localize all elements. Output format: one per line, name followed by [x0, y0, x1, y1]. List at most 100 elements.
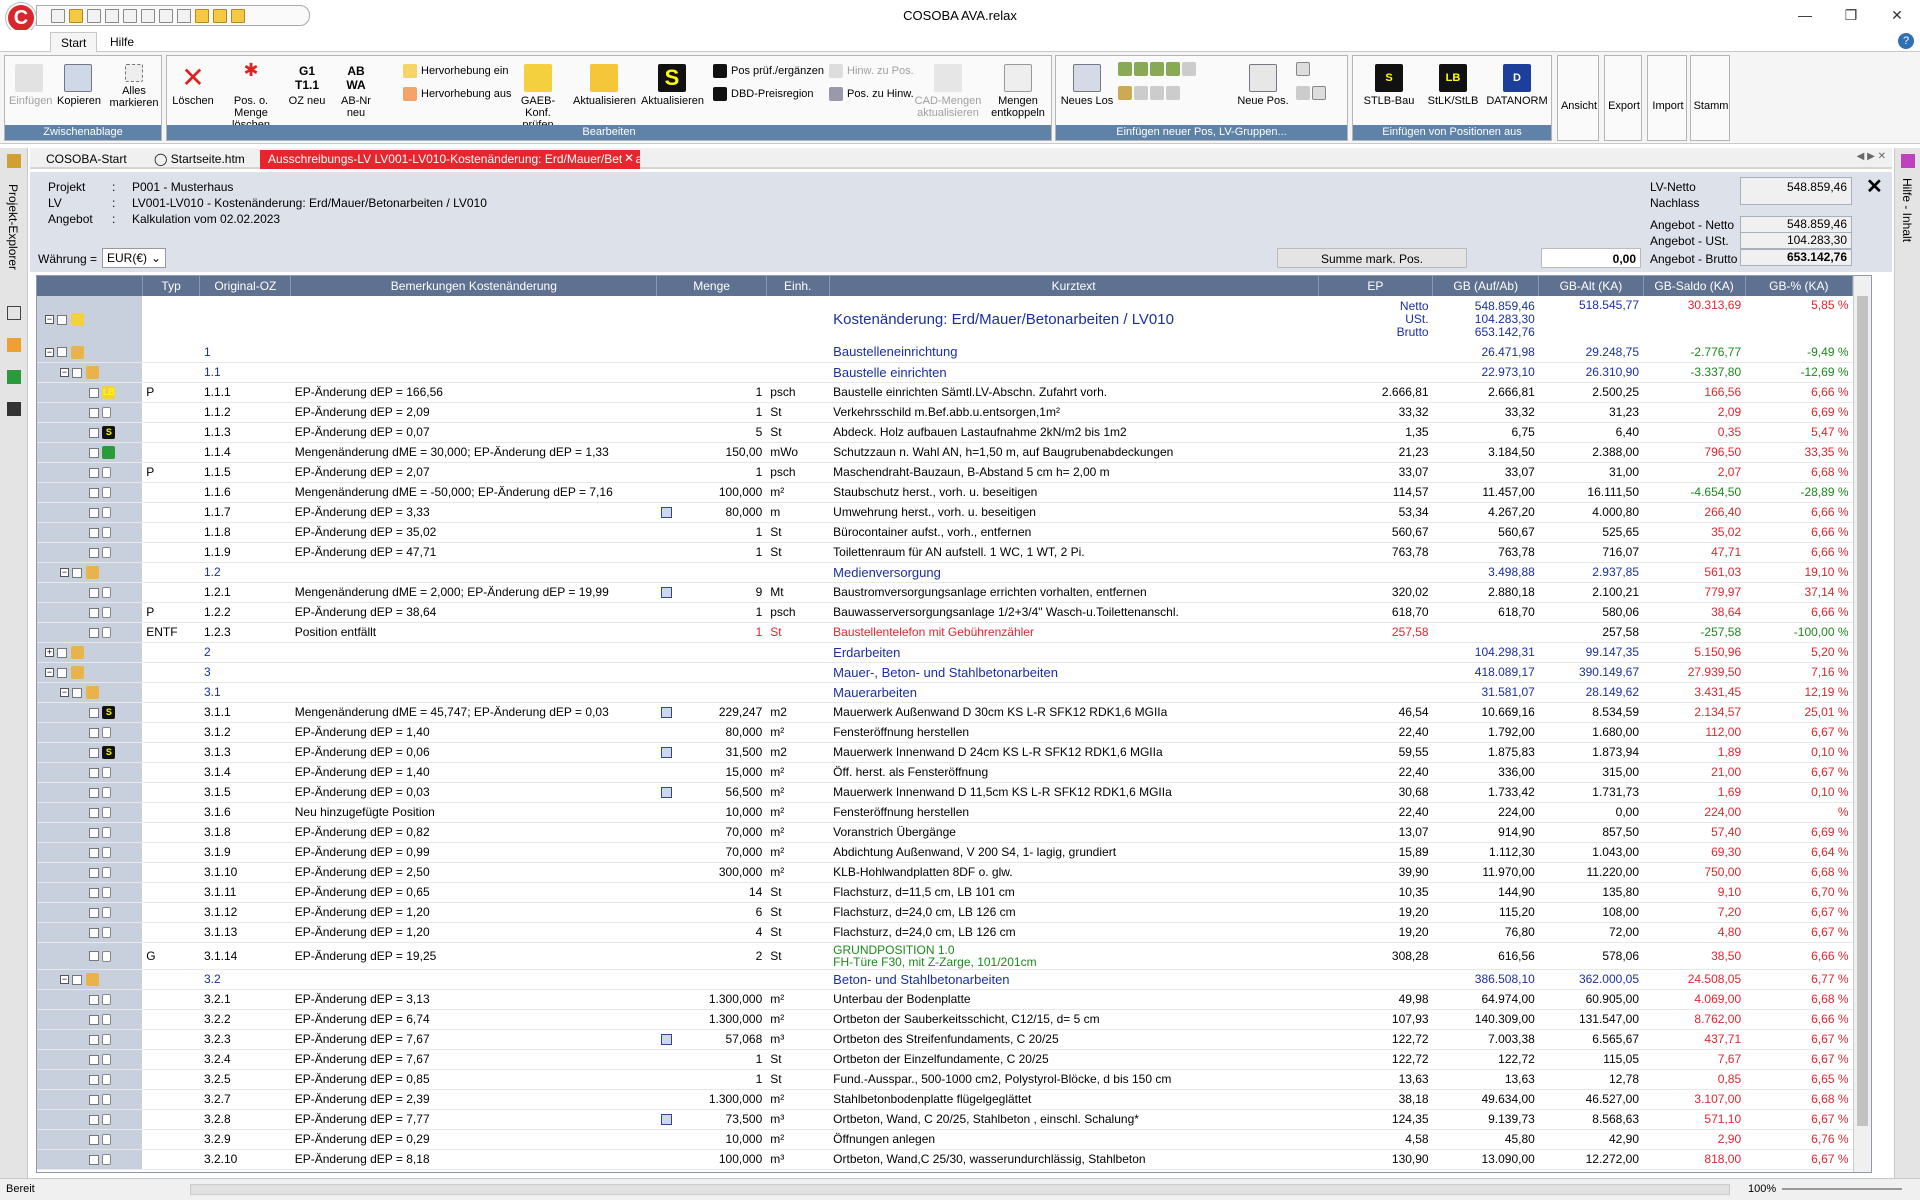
- table-row[interactable]: S 3.1.3 EP-Änderung dEP = 0,06 31,500 m2 Maue…: [37, 742, 1853, 763]
- horizontal-scrollbar[interactable]: [190, 1184, 1730, 1195]
- help-book-icon[interactable]: [1901, 154, 1915, 168]
- zoom-slider[interactable]: [1782, 1188, 1902, 1190]
- row-checkbox[interactable]: [89, 587, 99, 598]
- stlk-button[interactable]: LB StLK/StLB: [1423, 64, 1483, 107]
- table-row[interactable]: 3.1.10 EP-Änderung dEP = 2,50 300,000 m² KLB…: [37, 862, 1853, 883]
- restore-button[interactable]: ❐: [1828, 0, 1874, 30]
- copy-button[interactable]: Kopieren: [57, 64, 101, 107]
- table-row[interactable]: 1.1.2 EP-Änderung dEP = 2,09 1 St Verkehrssc…: [37, 402, 1853, 423]
- row-checkbox[interactable]: [89, 467, 99, 478]
- row-checkbox[interactable]: [57, 647, 68, 658]
- table-row[interactable]: 1.1.8 EP-Änderung dEP = 35,02 1 St Büroconta…: [37, 522, 1853, 543]
- calculator-icon[interactable]: [660, 746, 672, 758]
- calculator-icon[interactable]: [660, 1033, 672, 1045]
- row-checkbox[interactable]: [89, 747, 99, 758]
- table-row[interactable]: 3.1.11 EP-Änderung dEP = 0,65 14 St Flachstu…: [37, 882, 1853, 903]
- row-checkbox[interactable]: [89, 547, 99, 558]
- row-checkbox[interactable]: [57, 347, 68, 358]
- col-alt[interactable]: GB-Alt (KA): [1538, 276, 1644, 296]
- calculator-icon[interactable]: [660, 706, 672, 718]
- row-checkbox[interactable]: [89, 727, 99, 738]
- table-row[interactable]: 3.1.8 EP-Änderung dEP = 0,82 70,000 m² Voran…: [37, 822, 1853, 843]
- table-row[interactable]: − 1.2 Medienversorgung 3.498,88 2.937,85 561…: [37, 562, 1853, 583]
- calculator-icon[interactable]: [660, 506, 672, 518]
- col-einh[interactable]: Einh.: [766, 276, 830, 296]
- table-row[interactable]: 3.2.5 EP-Änderung dEP = 0,85 1 St Fund.-Auss…: [37, 1069, 1853, 1090]
- tab-hilfe[interactable]: Hilfe: [100, 32, 144, 52]
- table-row[interactable]: S 1.1.3 EP-Änderung dEP = 0,07 5 St Abdeck. H…: [37, 422, 1853, 443]
- table-row[interactable]: 3.2.2 EP-Änderung dEP = 6,74 1.300,000 m² Or…: [37, 1009, 1853, 1030]
- row-checkbox[interactable]: [89, 407, 99, 418]
- table-row[interactable]: 3.1.2 EP-Änderung dEP = 1,40 80,000 m² Fenst…: [37, 722, 1853, 743]
- tab-nav-arrows-icon[interactable]: ◀ ▶ ✕: [1857, 151, 1886, 162]
- master-button[interactable]: Stamm: [1690, 55, 1730, 141]
- table-row[interactable]: 3.1.4 EP-Änderung dEP = 1,40 15,000 m² Öff. …: [37, 762, 1853, 783]
- doc-tab-lv[interactable]: Ausschreibungs-LV LV001-LV010-Kostenände…: [260, 150, 640, 169]
- table-row[interactable]: 1.1.7 EP-Änderung dEP = 3,33 80,000 m Umwehr…: [37, 502, 1853, 523]
- new-lot-button[interactable]: Neues Los: [1060, 64, 1114, 107]
- view-button[interactable]: Ansicht: [1557, 55, 1599, 141]
- doc-tab-start[interactable]: COSOBA-Start: [38, 150, 135, 169]
- row-checkbox[interactable]: [72, 974, 83, 985]
- new-pos-button[interactable]: Neue Pos.: [1236, 64, 1290, 107]
- help-icon[interactable]: ?: [1898, 33, 1914, 49]
- row-checkbox[interactable]: [89, 847, 99, 858]
- table-row[interactable]: − 1.1 Baustelle einrichten 22.973,10 26.310…: [37, 362, 1853, 383]
- table-row[interactable]: − 3 Mauer-, Beton- und Stahlbetonarbeiten…: [37, 662, 1853, 683]
- warning-icon[interactable]: [7, 338, 21, 352]
- update-button-2[interactable]: S Aktualisieren: [641, 64, 704, 107]
- row-checkbox[interactable]: [89, 767, 99, 778]
- table-row[interactable]: 1.2.1 Mengenänderung dME = 2,000; EP-Ände…: [37, 582, 1853, 603]
- row-checkbox[interactable]: [89, 427, 99, 438]
- gaeb-check-button[interactable]: GAEB-Konf. prüfen: [509, 64, 567, 131]
- col-kurz[interactable]: Kurztext: [829, 276, 1319, 296]
- calculator-icon[interactable]: [660, 1113, 672, 1125]
- row-checkbox[interactable]: [89, 887, 99, 898]
- minimize-button[interactable]: —: [1782, 0, 1828, 30]
- datanorm-button[interactable]: D DATANORM: [1485, 64, 1549, 107]
- small-insert-icon[interactable]: [1296, 62, 1310, 76]
- row-checkbox[interactable]: [57, 667, 68, 678]
- row-checkbox[interactable]: [72, 367, 83, 378]
- col-menge[interactable]: Menge: [656, 276, 767, 296]
- currency-select[interactable]: EUR(€) ⌄: [102, 248, 166, 268]
- table-row[interactable]: 3.2.8 EP-Änderung dEP = 7,77 73,500 m³ Ortbe…: [37, 1109, 1853, 1130]
- close-button[interactable]: ✕: [1874, 0, 1920, 30]
- collapse-icon[interactable]: −: [45, 347, 54, 357]
- highlight-on-button[interactable]: Hervorhebung ein: [403, 64, 508, 78]
- update-button-1[interactable]: Aktualisieren: [573, 64, 636, 107]
- vertical-scrollbar[interactable]: [1853, 276, 1871, 1172]
- row-checkbox[interactable]: [89, 1014, 99, 1025]
- col-gb[interactable]: GB (Auf/Ab): [1432, 276, 1540, 296]
- row-checkbox[interactable]: [72, 567, 83, 578]
- col-oz[interactable]: Original-OZ: [199, 276, 292, 296]
- expand-icon[interactable]: +: [45, 648, 54, 658]
- row-checkbox[interactable]: [89, 387, 99, 398]
- table-row[interactable]: 3.2.1 EP-Änderung dEP = 3,13 1.300,000 m² Un…: [37, 989, 1853, 1010]
- table-row[interactable]: 1.1.4 Mengenänderung dME = 30,000; EP-Änd…: [37, 442, 1853, 463]
- col-typ[interactable]: Typ: [142, 276, 201, 296]
- table-row[interactable]: S 3.1.1 Mengenänderung dME = 45,747; EP-Än…: [37, 702, 1853, 723]
- row-checkbox[interactable]: [89, 487, 99, 498]
- col-bem[interactable]: Bemerkungen Kostenänderung: [290, 276, 658, 296]
- row-checkbox[interactable]: [72, 687, 83, 698]
- stlb-bau-button[interactable]: S STLB-Bau: [1357, 64, 1421, 107]
- delete-pos-no-qty-button[interactable]: ✱Pos. o. Menge löschen: [219, 61, 283, 131]
- collapse-icon[interactable]: −: [45, 668, 54, 678]
- table-row[interactable]: 3.2.3 EP-Änderung dEP = 7,67 57,068 m³ Ortbe…: [37, 1029, 1853, 1050]
- close-tab-icon[interactable]: ✕: [622, 151, 636, 165]
- row-checkbox[interactable]: [89, 787, 99, 798]
- table-row[interactable]: 3.2.4 EP-Änderung dEP = 7,67 1 St Ortbeton d…: [37, 1049, 1853, 1070]
- row-checkbox[interactable]: [89, 1074, 99, 1085]
- small-insert-icons[interactable]: [1296, 86, 1326, 100]
- project-explorer-tab[interactable]: Projekt-Explorer: [6, 184, 20, 270]
- lv-summary-row[interactable]: − Kostenänderung: Erd/Mauer/Betonarbeite…: [37, 296, 1853, 342]
- black-icon[interactable]: [7, 402, 21, 416]
- calculator-icon[interactable]: [660, 586, 672, 598]
- table-row[interactable]: 1.1.9 EP-Änderung dEP = 47,71 1 St Toiletten…: [37, 542, 1853, 563]
- row-checkbox[interactable]: [89, 1114, 99, 1125]
- table-row[interactable]: + 2 Erdarbeiten 104.298,31 99.147,35 5.150,9…: [37, 642, 1853, 663]
- scroll-thumb[interactable]: [1857, 296, 1868, 1126]
- collapse-icon[interactable]: −: [60, 568, 69, 578]
- delete-button[interactable]: ✕ Löschen: [171, 64, 215, 108]
